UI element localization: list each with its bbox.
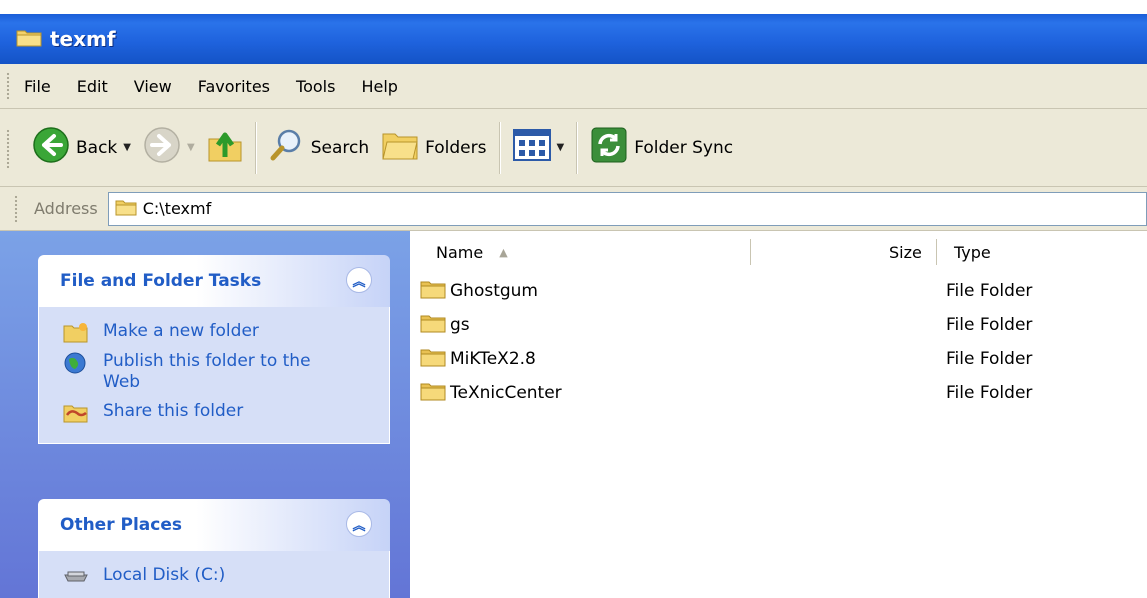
column-headers: Name ▲ Size Type (410, 231, 1147, 273)
toolbar-separator (254, 121, 257, 174)
table-row[interactable]: TeXnicCenter File Folder (410, 376, 1147, 410)
file-name: TeXnicCenter (450, 383, 562, 403)
views-button[interactable]: ▼ (507, 123, 571, 173)
folders-label: Folders (425, 137, 487, 158)
toolbar-grip[interactable] (6, 72, 10, 100)
make-new-folder-link[interactable]: Make a new folder (63, 321, 389, 343)
file-type: File Folder (946, 383, 1033, 403)
folder-icon (420, 313, 446, 338)
toolbar-separator (576, 121, 579, 174)
globe-icon (63, 351, 89, 374)
folders-icon (381, 128, 419, 167)
file-name: gs (450, 315, 470, 335)
other-places-panel: Other Places ︽ Local Disk (C:) (38, 499, 390, 598)
file-list: Name ▲ Size Type Ghostgum File Folder gs… (410, 231, 1147, 598)
views-dropdown-icon[interactable]: ▼ (557, 142, 565, 153)
task-label: Publish this folder to the Web (103, 351, 311, 392)
column-size-label: Size (889, 242, 922, 262)
menu-tools[interactable]: Tools (296, 77, 335, 96)
toolbar-separator (498, 121, 501, 174)
folder-icon (16, 27, 42, 51)
file-name-cell: MiKTeX2.8 (420, 342, 536, 376)
toolbar-grip[interactable] (6, 129, 10, 169)
menu-view[interactable]: View (134, 77, 172, 96)
folder-icon (115, 198, 137, 220)
column-type-header[interactable]: Type (954, 231, 991, 273)
folder-icon (420, 279, 446, 304)
file-type: File Folder (946, 315, 1033, 335)
search-label: Search (310, 137, 370, 158)
forward-dropdown-icon[interactable]: ▼ (187, 142, 195, 153)
column-divider[interactable] (936, 239, 937, 265)
back-arrow-icon (32, 126, 70, 169)
file-name: Ghostgum (450, 281, 538, 301)
address-bar: Address C:\texmf (0, 187, 1147, 231)
folder-sync-button[interactable]: Folder Sync (584, 123, 739, 173)
search-icon (269, 127, 305, 168)
column-name-label: Name (436, 242, 484, 262)
file-folder-tasks-panel: File and Folder Tasks ︽ Make a new folde… (38, 255, 390, 444)
panel-body: Local Disk (C:) (38, 551, 390, 598)
up-folder-button[interactable] (201, 123, 249, 173)
panel-title: Other Places (60, 515, 182, 535)
window-title: texmf (50, 27, 116, 51)
task-pane: File and Folder Tasks ︽ Make a new folde… (0, 231, 410, 598)
column-type-label: Type (954, 242, 991, 262)
cropped-heading-fragment (0, 0, 1147, 14)
sync-icon (590, 126, 628, 169)
menu-file[interactable]: File (24, 77, 51, 96)
panel-title: File and Folder Tasks (60, 271, 262, 291)
column-size-header[interactable]: Size (889, 231, 922, 273)
toolbar-grip[interactable] (14, 195, 18, 223)
column-divider[interactable] (750, 239, 751, 265)
folders-button[interactable]: Folders (375, 123, 492, 173)
folder-sync-label: Folder Sync (634, 137, 734, 158)
table-row[interactable]: Ghostgum File Folder (410, 274, 1147, 308)
folder-icon (420, 347, 446, 372)
file-name-cell: Ghostgum (420, 274, 538, 308)
local-disk-link[interactable]: Local Disk (C:) (63, 565, 389, 587)
task-label: Make a new folder (103, 321, 259, 341)
file-name-cell: TeXnicCenter (420, 376, 562, 410)
forward-arrow-icon (143, 126, 181, 169)
panel-header[interactable]: Other Places ︽ (38, 499, 390, 551)
back-dropdown-icon[interactable]: ▼ (123, 142, 131, 153)
drive-icon (63, 565, 89, 587)
sort-ascending-icon: ▲ (499, 245, 508, 259)
share-folder-link[interactable]: Share this folder (63, 401, 389, 423)
search-button[interactable]: Search (263, 123, 375, 173)
menu-edit[interactable]: Edit (77, 77, 108, 96)
file-name: MiKTeX2.8 (450, 349, 536, 369)
menu-favorites[interactable]: Favorites (198, 77, 270, 96)
standard-toolbar: Back ▼ ▼ Search Folders ▼ Folder Sync (0, 109, 1147, 187)
address-label: Address (34, 199, 98, 218)
address-path: C:\texmf (142, 199, 212, 218)
column-name-header[interactable]: Name ▲ (436, 231, 508, 273)
file-type: File Folder (946, 281, 1033, 301)
collapse-chevron-icon[interactable]: ︽ (346, 511, 372, 537)
share-folder-icon (63, 401, 89, 423)
panel-header[interactable]: File and Folder Tasks ︽ (38, 255, 390, 307)
forward-button[interactable]: ▼ (137, 123, 201, 173)
address-input[interactable]: C:\texmf (107, 191, 1147, 226)
task-label: Local Disk (C:) (103, 565, 226, 585)
up-folder-icon (207, 127, 243, 168)
title-bar[interactable]: texmf (0, 14, 1147, 64)
collapse-chevron-icon[interactable]: ︽ (346, 267, 372, 293)
views-icon (512, 129, 551, 166)
publish-to-web-link[interactable]: Publish this folder to the Web (63, 351, 389, 393)
panel-body: Make a new folder Publish this folder to… (38, 307, 390, 444)
table-row[interactable]: gs File Folder (410, 308, 1147, 342)
table-row[interactable]: MiKTeX2.8 File Folder (410, 342, 1147, 376)
menu-bar: File Edit View Favorites Tools Help (0, 64, 1147, 109)
back-label: Back (76, 137, 118, 158)
file-type: File Folder (946, 349, 1033, 369)
task-label: Share this folder (103, 401, 244, 421)
folder-icon (420, 381, 446, 406)
menu-help[interactable]: Help (361, 77, 397, 96)
back-button[interactable]: Back ▼ (26, 123, 137, 173)
new-folder-icon (63, 321, 89, 343)
file-name-cell: gs (420, 308, 470, 342)
